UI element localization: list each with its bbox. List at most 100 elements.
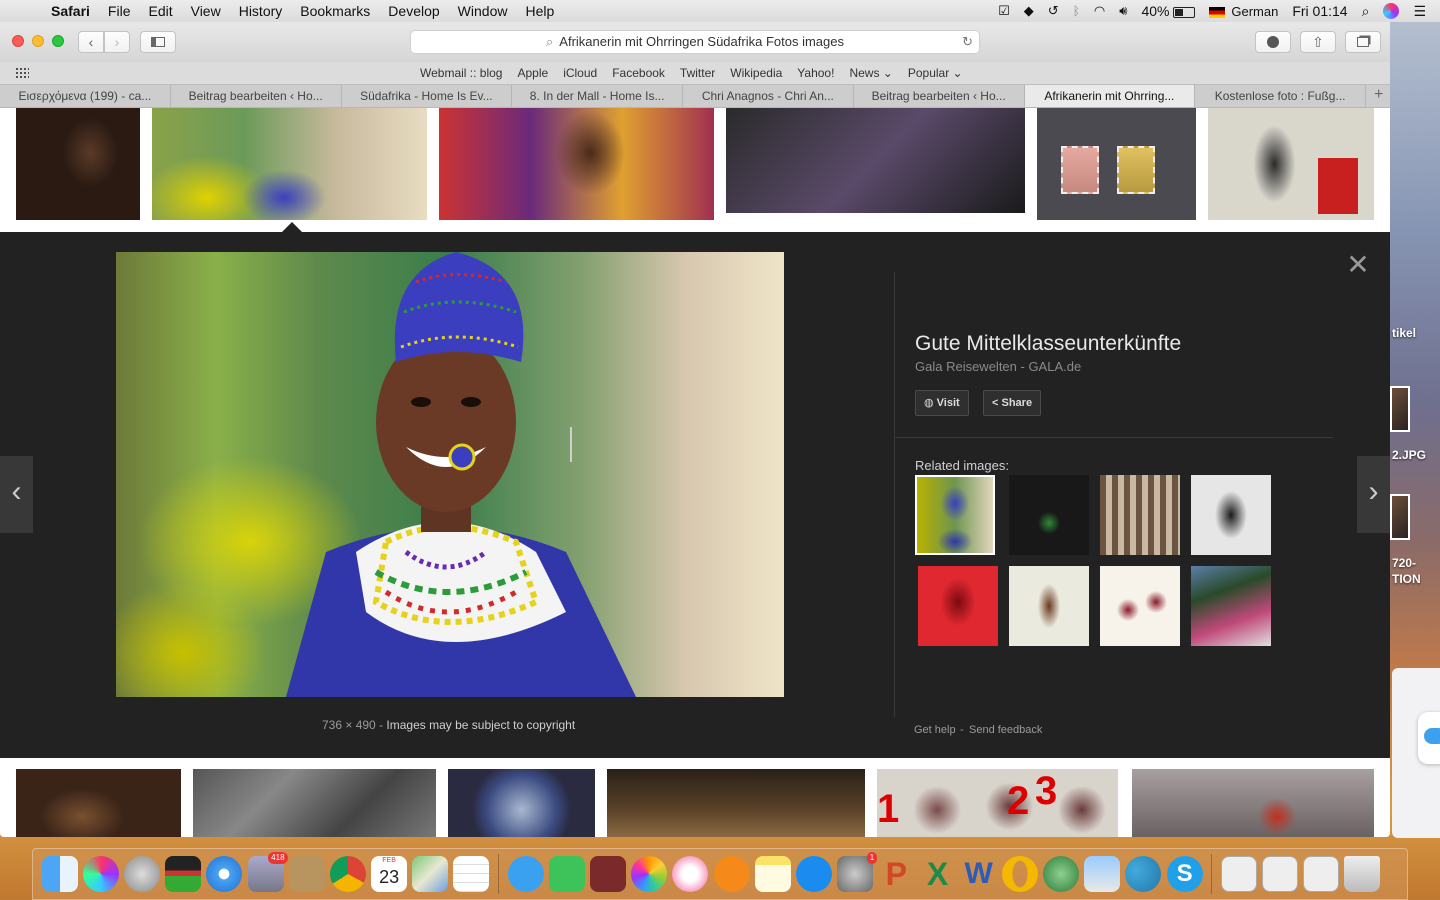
tab[interactable]: Beitrag bearbeiten ‹ Ho...: [171, 85, 342, 107]
wifi-icon[interactable]: ◠: [1094, 3, 1105, 19]
siri-icon[interactable]: [1383, 3, 1400, 19]
previous-image-button[interactable]: ‹: [0, 456, 33, 533]
visit-button[interactable]: ◍ Visit: [915, 390, 969, 416]
result-thumbnail[interactable]: [1037, 108, 1196, 220]
result-thumbnail[interactable]: [16, 108, 140, 220]
tab[interactable]: Εισερχόμενα (199) - ca...: [0, 85, 171, 107]
get-help-link[interactable]: Get help: [914, 724, 956, 736]
send-feedback-link[interactable]: Send feedback: [969, 724, 1042, 736]
favorite-facebook[interactable]: Facebook: [612, 66, 665, 80]
finder-icon[interactable]: [41, 856, 78, 892]
desktop-file-thumb[interactable]: [1390, 386, 1410, 432]
siri-dock-icon[interactable]: [82, 856, 119, 892]
related-image[interactable]: [1100, 475, 1180, 555]
safari-icon[interactable]: [206, 856, 243, 892]
notification-center-icon[interactable]: ☰: [1413, 3, 1426, 20]
related-image[interactable]: [1191, 566, 1271, 646]
desktop-file-thumb[interactable]: [1390, 494, 1410, 540]
share-button[interactable]: ⇧: [1300, 31, 1336, 53]
favorite-wikipedia[interactable]: Wikipedia: [730, 66, 782, 80]
tab-active[interactable]: Afrikanerin mit Ohrring...: [1024, 85, 1196, 107]
users-icon[interactable]: [1125, 856, 1162, 892]
network-globe-icon[interactable]: [1043, 856, 1080, 892]
forward-button[interactable]: ›: [104, 31, 130, 53]
chrome-icon[interactable]: [329, 856, 366, 892]
clock[interactable]: Fri 01:14: [1292, 3, 1347, 19]
top-sites-grid-icon[interactable]: [15, 67, 29, 79]
menu-view[interactable]: View: [182, 3, 230, 19]
minimize-window-button[interactable]: [32, 35, 44, 47]
time-machine-icon[interactable]: ↺: [1048, 3, 1059, 19]
result-thumbnail-selected[interactable]: [152, 108, 427, 220]
menu-bookmarks[interactable]: Bookmarks: [291, 3, 379, 19]
itunes-icon[interactable]: [672, 856, 709, 892]
excel-icon[interactable]: X: [920, 856, 956, 892]
reminders-icon[interactable]: [453, 856, 490, 892]
tab[interactable]: Chri Anagnos - Chri An...: [683, 85, 854, 107]
scanner-icon[interactable]: [1084, 856, 1121, 892]
word-icon[interactable]: W: [961, 856, 997, 892]
dropbox-icon[interactable]: ◆: [1024, 3, 1034, 19]
result-thumbnail[interactable]: [1132, 769, 1374, 837]
reload-icon[interactable]: ↻: [962, 31, 973, 53]
trash-icon[interactable]: [1344, 856, 1381, 892]
related-image[interactable]: [1009, 566, 1089, 646]
stacked-folder-icon[interactable]: [1262, 856, 1299, 892]
stacked-folder-icon[interactable]: [1220, 856, 1257, 892]
launchpad-icon[interactable]: [123, 856, 160, 892]
maps-icon[interactable]: [412, 856, 449, 892]
menu-history[interactable]: History: [230, 3, 292, 19]
battery-status[interactable]: 40%: [1141, 3, 1196, 19]
result-thumbnail[interactable]: [726, 108, 1025, 213]
favorite-apple[interactable]: Apple: [517, 66, 548, 80]
powerpoint-icon[interactable]: P: [878, 856, 914, 892]
stacked-folder-icon[interactable]: [1303, 856, 1340, 892]
spotlight-search-icon[interactable]: ⌕: [1362, 3, 1370, 20]
messages-icon[interactable]: [507, 856, 544, 892]
preview-image[interactable]: [116, 252, 784, 697]
result-thumbnail[interactable]: [193, 769, 436, 837]
image-source[interactable]: Gala Reisewelten - GALA.de: [915, 359, 1081, 374]
related-image-selected[interactable]: [915, 475, 995, 555]
menu-app-name[interactable]: Safari: [42, 3, 99, 19]
volume-icon[interactable]: 🔊︎: [1119, 3, 1127, 19]
calendar-icon[interactable]: FEB 23: [371, 856, 408, 892]
menu-help[interactable]: Help: [516, 3, 563, 19]
result-thumbnail[interactable]: [448, 769, 595, 837]
close-icon[interactable]: ✕: [1346, 251, 1370, 279]
back-button[interactable]: ‹: [78, 31, 104, 53]
facetime-icon[interactable]: [548, 856, 585, 892]
ibooks-icon[interactable]: [713, 856, 750, 892]
photos-icon[interactable]: [631, 856, 668, 892]
icloud-icon[interactable]: [1418, 712, 1440, 764]
related-image[interactable]: [918, 566, 998, 646]
related-image[interactable]: [1191, 475, 1271, 555]
menu-develop[interactable]: Develop: [379, 3, 448, 19]
tab[interactable]: 8. In der Mall - Home Is...: [512, 85, 683, 107]
result-thumbnail[interactable]: [439, 108, 714, 220]
result-thumbnail[interactable]: [607, 769, 865, 837]
bluetooth-icon[interactable]: ᛒ: [1073, 4, 1080, 18]
next-image-button[interactable]: ›: [1357, 456, 1390, 533]
downloads-button[interactable]: [1255, 31, 1291, 53]
result-thumbnail[interactable]: 1 2 3: [877, 769, 1118, 837]
system-preferences-icon[interactable]: 1: [837, 852, 878, 892]
close-window-button[interactable]: [12, 35, 24, 47]
menu-window[interactable]: Window: [449, 3, 517, 19]
mail-icon[interactable]: 418: [247, 852, 288, 892]
image-title[interactable]: Gute Mittelklasseunterkünfte: [915, 332, 1181, 356]
tab[interactable]: Kostenlose foto : Fußg...: [1195, 85, 1366, 107]
new-tab-button[interactable]: +: [1366, 85, 1390, 107]
menu-file[interactable]: File: [99, 3, 140, 19]
favorite-icloud[interactable]: iCloud: [563, 66, 597, 80]
favorite-news-folder[interactable]: News ⌄: [849, 66, 892, 80]
favorite-twitter[interactable]: Twitter: [680, 66, 715, 80]
favorite-yahoo[interactable]: Yahoo!: [797, 66, 834, 80]
address-bar[interactable]: ⌕ Afrikanerin mit Ohrringen Südafrika Fot…: [410, 30, 980, 54]
app-store-icon[interactable]: [795, 856, 832, 892]
contacts-icon[interactable]: [288, 856, 325, 892]
tab[interactable]: Beitrag bearbeiten ‹ Ho...: [854, 85, 1025, 107]
favorite-webmail[interactable]: Webmail :: blog: [420, 66, 502, 80]
menu-edit[interactable]: Edit: [139, 3, 181, 19]
opera-icon[interactable]: [1001, 856, 1038, 892]
